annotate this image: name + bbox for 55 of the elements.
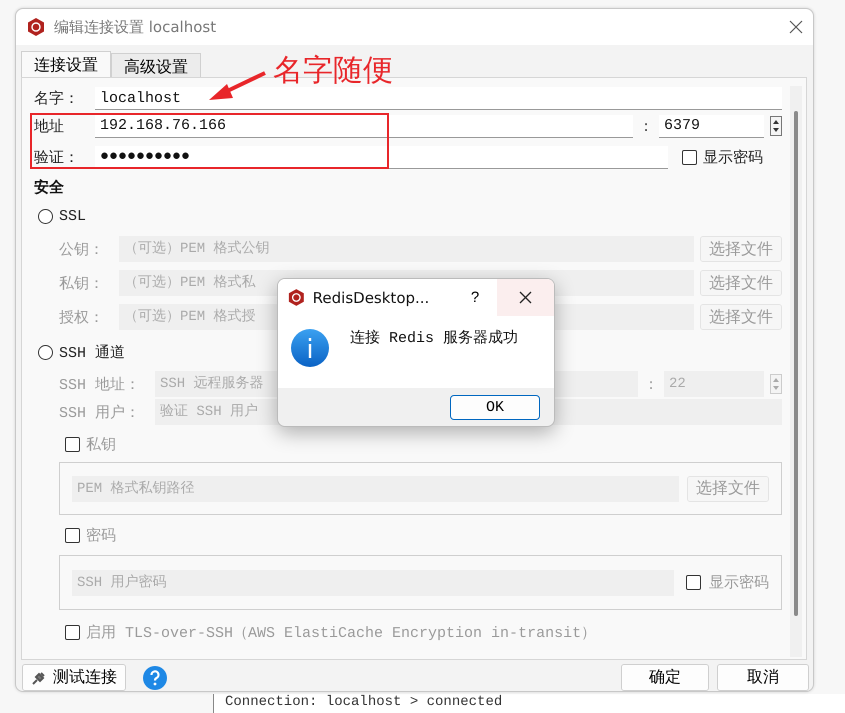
file-path-field[interactable]: （可选）PEM 格式公钥 bbox=[119, 236, 694, 262]
close-icon[interactable] bbox=[789, 20, 803, 34]
address-field[interactable]: 192.168.76.166 bbox=[95, 114, 633, 138]
plug-icon bbox=[31, 670, 47, 686]
help-button[interactable]: ? bbox=[460, 289, 490, 306]
separator-text: : bbox=[642, 117, 650, 135]
section-title: 安全 bbox=[34, 178, 64, 196]
radio-button[interactable] bbox=[38, 344, 53, 360]
checkbox-label: 显示密码 bbox=[703, 148, 763, 166]
close-icon bbox=[518, 291, 532, 304]
field-label: SSH 用户： bbox=[59, 404, 142, 422]
console-line: Connection: localhost > connected bbox=[225, 694, 502, 710]
checkbox[interactable] bbox=[65, 624, 80, 640]
annotation-text: 名字随便 bbox=[273, 52, 393, 90]
password-field[interactable]: ●●●●●●●●●● bbox=[95, 146, 668, 168]
app-logo-icon bbox=[26, 17, 46, 37]
checkbox-label: 私钥 bbox=[86, 436, 116, 454]
field-label: 公钥： bbox=[59, 240, 105, 258]
message-text: 连接 Redis 服务器成功 bbox=[350, 328, 518, 347]
dialog-button[interactable]: 取消 bbox=[717, 664, 809, 691]
field-label: 地址 bbox=[34, 118, 65, 136]
test-connection-button[interactable]: 测试连接 bbox=[22, 664, 126, 691]
ssh-port-field[interactable]: 22 bbox=[664, 371, 764, 397]
window-title: 编辑连接设置 localhost bbox=[54, 18, 218, 36]
checkbox[interactable] bbox=[65, 436, 80, 452]
field-label: 名字： bbox=[34, 89, 80, 108]
field-label: 私钥： bbox=[59, 274, 105, 292]
spinner-arrows-icon[interactable] bbox=[770, 116, 782, 136]
info-icon bbox=[290, 328, 330, 368]
dialog-button[interactable]: 确定 bbox=[621, 664, 709, 691]
annotation-arrow bbox=[207, 70, 267, 102]
field-label: 授权： bbox=[59, 308, 105, 326]
ssh-password-field[interactable]: SSH 用户密码 bbox=[72, 570, 674, 596]
checkbox-label: 密码 bbox=[86, 526, 116, 544]
key-path-field[interactable]: PEM 格式私钥路径 bbox=[72, 476, 679, 502]
separator-text: : bbox=[647, 375, 655, 393]
help-icon[interactable] bbox=[142, 664, 168, 690]
field-label: SSH 地址： bbox=[59, 376, 142, 394]
radio-label: SSL bbox=[59, 208, 86, 225]
radio-button[interactable] bbox=[38, 209, 53, 224]
radio-label: SSH 通道 bbox=[59, 344, 126, 362]
checkbox[interactable] bbox=[686, 575, 701, 590]
checkbox[interactable] bbox=[65, 528, 80, 542]
port-field[interactable]: 6379 bbox=[659, 114, 764, 138]
field-label: 验证： bbox=[34, 148, 80, 166]
name-field[interactable]: localhost bbox=[95, 87, 782, 110]
scrollbar[interactable] bbox=[790, 86, 802, 657]
checkbox-label: 启用 TLS-over-SSH（AWS ElastiCache Encryption in-transit） bbox=[86, 623, 596, 642]
message-title: RedisDesktop... bbox=[312, 288, 430, 306]
tab[interactable]: 高级设置 bbox=[111, 53, 201, 77]
tab[interactable]: 连接设置 bbox=[21, 51, 111, 77]
ok-button[interactable]: OK bbox=[450, 394, 540, 420]
app-logo-icon bbox=[287, 288, 306, 307]
checkbox-label: 显示密码 bbox=[709, 573, 769, 592]
checkbox[interactable] bbox=[682, 150, 697, 164]
